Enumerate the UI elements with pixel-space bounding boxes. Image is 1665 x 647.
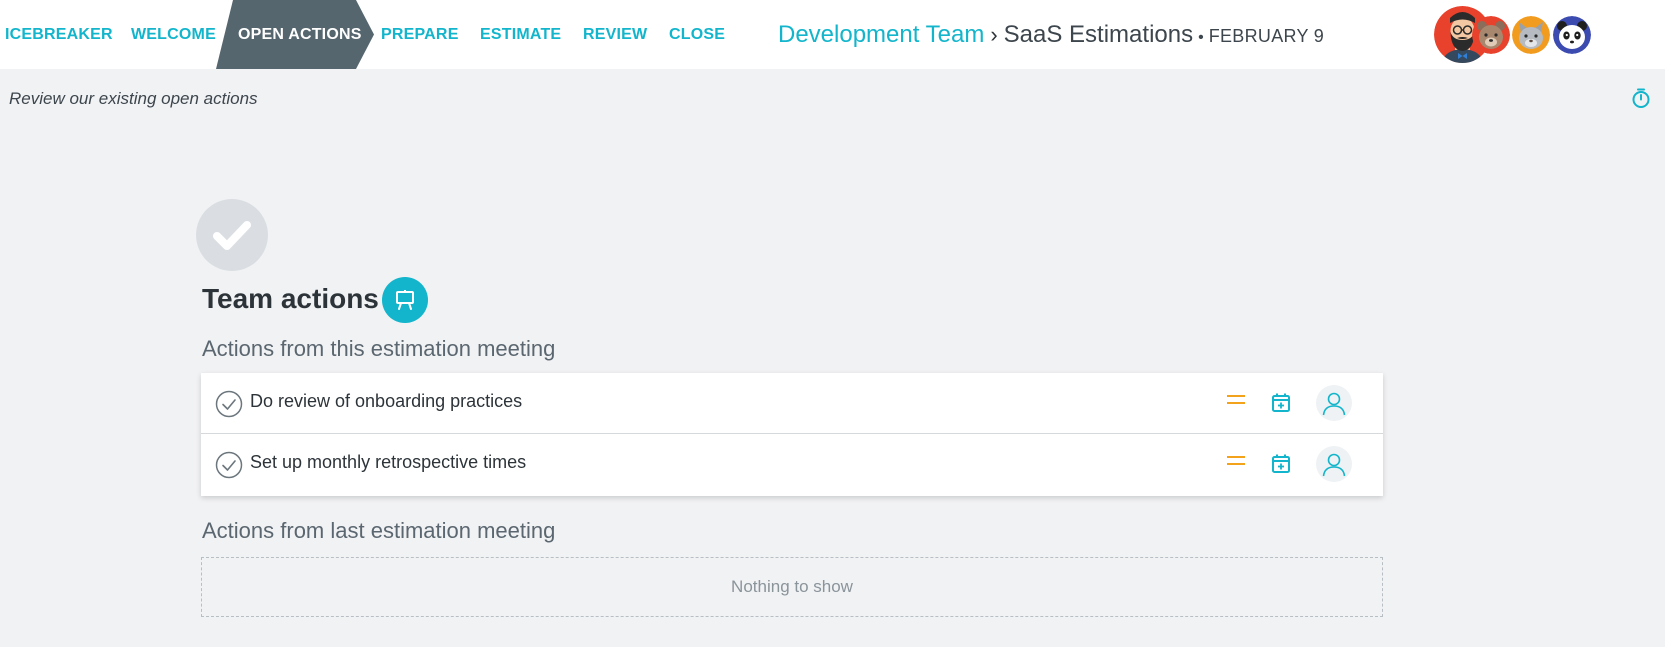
meeting-name: SaaS Estimations [1003,21,1194,48]
breadcrumb-dot: • [1198,29,1204,46]
check-circle-icon[interactable] [215,451,243,479]
priority-medium-icon[interactable] [1227,395,1245,409]
presentation-icon [396,290,414,310]
user-icon [1322,453,1346,477]
participant-avatar-panda[interactable] [1553,16,1591,54]
breadcrumb-team-link[interactable]: Development Team [778,21,984,48]
current-actions-heading: Actions from this estimation meeting [202,336,556,361]
calendar-add-icon[interactable] [1271,392,1291,413]
assign-user-button[interactable] [1316,385,1352,421]
bear-icon [1472,16,1510,54]
action-text[interactable]: Set up monthly retrospective times [250,434,526,495]
step-open-actions[interactable]: OPEN ACTIONS [238,0,362,69]
step-review[interactable]: REVIEW [583,0,647,69]
step-icebreaker[interactable]: ICEBREAKER [5,0,113,69]
user-icon [1322,392,1346,416]
action-text[interactable]: Do review of onboarding practices [250,373,522,434]
checkmark-icon [213,221,251,250]
action-row: Set up monthly retrospective times [201,434,1383,496]
current-actions-list: Do review of onboarding practices Set up… [201,373,1383,496]
step-welcome[interactable]: WELCOME [131,0,216,69]
action-row: Do review of onboarding practices [201,373,1383,434]
panda-icon [1553,16,1591,54]
step-close[interactable]: CLOSE [669,0,725,69]
cat-icon [1512,16,1550,54]
empty-state: Nothing to show [201,557,1383,617]
step-prepare[interactable]: PREPARE [381,0,459,69]
breadcrumb: Development Team › SaaS Estimations • FEBRUA… [778,0,1324,69]
check-circle-icon[interactable] [215,390,243,418]
breadcrumb-separator: › [990,22,998,47]
meeting-date: FEBRUARY 9 [1208,26,1325,46]
present-button[interactable] [382,277,428,323]
priority-medium-icon[interactable] [1227,456,1245,470]
timer-icon[interactable] [1629,86,1653,110]
step-description: Review our existing open actions [9,89,258,108]
top-bar: ICEBREAKER WELCOME OPEN ACTIONS PREPARE … [0,0,1665,69]
previous-actions-heading: Actions from last estimation meeting [202,518,556,543]
step-estimate[interactable]: ESTIMATE [480,0,561,69]
section-title: Team actions [202,283,379,314]
calendar-add-icon[interactable] [1271,453,1291,474]
participant-avatar-cat[interactable] [1512,16,1550,54]
participant-avatar-bear[interactable] [1472,16,1510,54]
step-complete-indicator [196,199,268,271]
assign-user-button[interactable] [1316,446,1352,482]
